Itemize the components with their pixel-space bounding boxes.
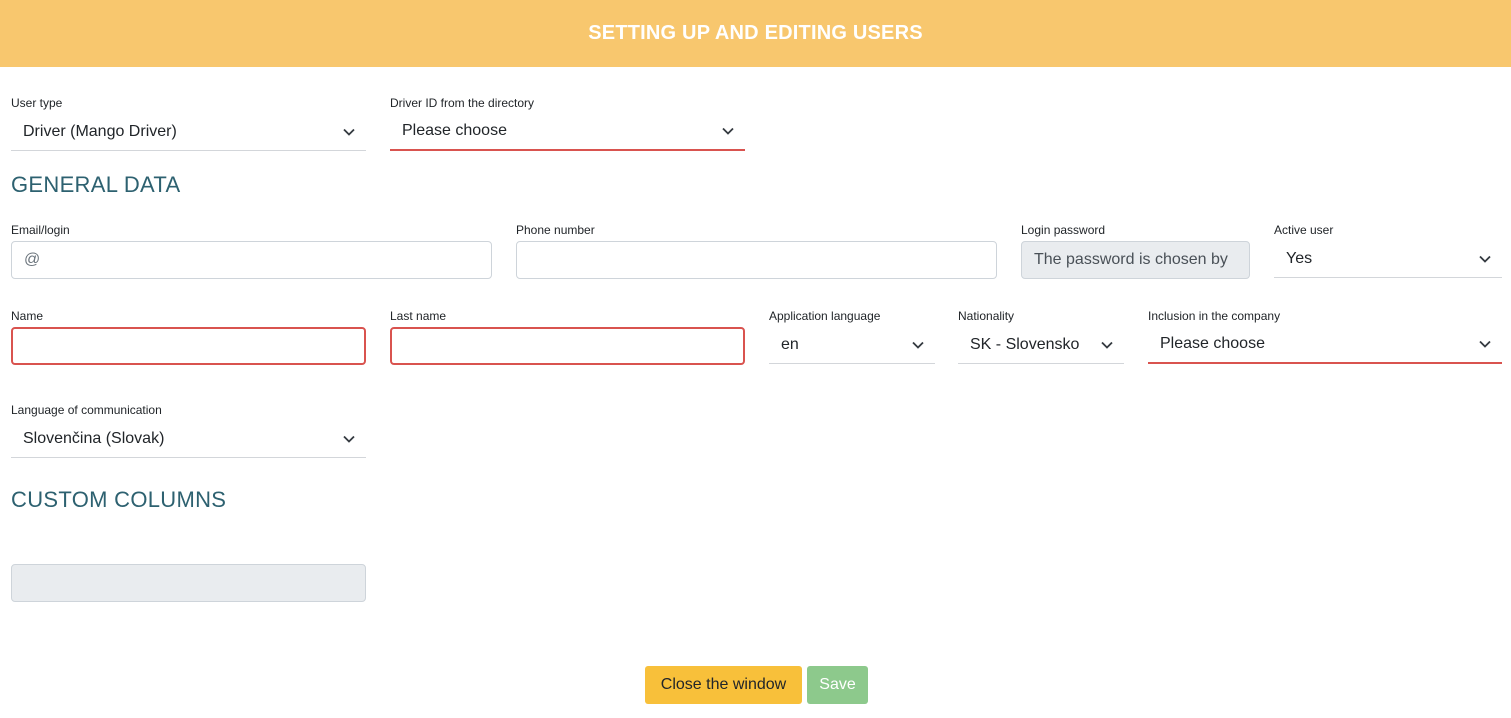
company-label: Inclusion in the company — [1148, 309, 1281, 323]
app-language-select[interactable]: en — [769, 326, 935, 364]
nationality-select[interactable]: SK - Slovensko — [958, 326, 1124, 364]
chevron-down-icon — [711, 113, 745, 149]
close-window-button[interactable]: Close the window — [645, 666, 802, 704]
password-label: Login password — [1021, 223, 1106, 237]
company-select[interactable]: Please choose — [1148, 326, 1502, 364]
comm-language-label: Language of communication — [11, 403, 162, 417]
user-type-label: User type — [11, 96, 63, 110]
comm-language-select[interactable]: Slovenčina (Slovak) — [11, 420, 366, 458]
last-name-field[interactable] — [390, 327, 745, 365]
driver-id-value: Please choose — [402, 122, 507, 139]
page-title: SETTING UP AND EDITING USERS — [588, 22, 923, 44]
nationality-label: Nationality — [958, 309, 1015, 323]
nationality-value: SK - Slovensko — [970, 335, 1080, 353]
user-type-value: Driver (Mango Driver) — [23, 122, 177, 140]
chevron-down-icon — [1468, 240, 1502, 277]
name-field[interactable] — [11, 327, 366, 365]
active-user-value: Yes — [1286, 249, 1313, 267]
general-data-heading: GENERAL DATA — [11, 172, 181, 197]
chevron-down-icon — [332, 113, 366, 150]
save-button[interactable]: Save — [807, 666, 868, 704]
custom-columns-heading: CUSTOM COLUMNS — [11, 487, 227, 512]
page-header: SETTING UP AND EDITING USERS — [0, 0, 1511, 67]
active-user-select[interactable]: Yes — [1274, 240, 1502, 278]
chevron-down-icon — [1090, 326, 1124, 363]
chevron-down-icon — [1468, 326, 1502, 362]
email-label: Email/login — [11, 223, 70, 237]
name-label: Name — [11, 309, 44, 323]
chevron-down-icon — [901, 326, 935, 363]
last-name-label: Last name — [390, 309, 447, 323]
phone-field[interactable] — [516, 241, 997, 279]
app-language-value: en — [781, 335, 799, 353]
comm-language-value: Slovenčina (Slovak) — [23, 429, 165, 447]
company-value: Please choose — [1160, 335, 1265, 352]
email-field[interactable]: @ — [11, 241, 492, 279]
phone-label: Phone number — [516, 223, 595, 237]
chevron-down-icon — [332, 420, 366, 457]
driver-id-label: Driver ID from the directory — [390, 96, 535, 110]
driver-id-select[interactable]: Please choose — [390, 113, 745, 151]
user-type-select[interactable]: Driver (Mango Driver) — [11, 113, 366, 151]
app-language-label: Application language — [769, 309, 881, 323]
active-user-label: Active user — [1274, 223, 1334, 237]
password-field: The password is chosen by — [1021, 241, 1250, 279]
custom-column-field — [11, 564, 366, 602]
